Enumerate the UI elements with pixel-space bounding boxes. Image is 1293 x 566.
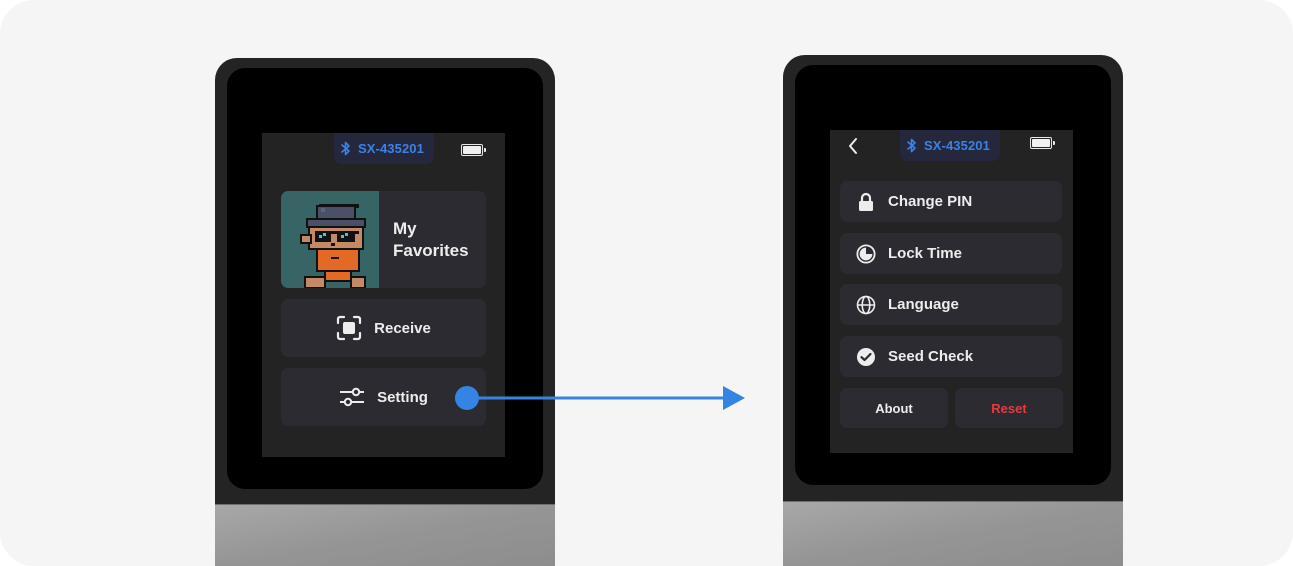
menu-item-label: Change PIN [888,193,973,210]
battery-fill [1032,139,1050,147]
receive-label: Receive [374,319,431,337]
clock-icon [856,243,876,264]
menu-item-language[interactable]: Language [840,284,1062,325]
chevron-left-icon[interactable] [846,136,860,156]
battery-fill [463,146,481,154]
battery-full-icon [461,144,486,156]
scan-frame-icon [337,315,362,341]
reset-button[interactable]: Reset [955,388,1063,428]
arrow-head-icon [723,386,745,410]
menu-item-label: Seed Check [888,348,974,365]
about-label: About [875,400,913,416]
favorites-label-line1: My [393,218,417,238]
reset-label: Reset [991,400,1027,416]
lock-icon [856,192,876,212]
canvas: SX-435201 My Favorites Receive Setting S… [0,0,1293,566]
my-favorites-button[interactable]: My Favorites [281,191,486,288]
avatar-art [300,204,366,288]
about-button[interactable]: About [840,388,948,428]
device-base [215,504,555,566]
battery-full-icon [1030,137,1055,149]
device-base [783,501,1123,566]
menu-item-change-pin[interactable]: Change PIN [840,181,1062,222]
menu-item-seed-check[interactable]: Seed Check [840,336,1062,377]
receive-button[interactable]: Receive [281,299,486,357]
favorites-label-line2: Favorites [393,240,469,260]
device-name: SX-435201 [924,138,990,153]
bluetooth-status[interactable]: SX-435201 [334,133,434,164]
bluetooth-icon [341,141,350,155]
menu-item-label: Lock Time [888,245,962,262]
device-home: SX-435201 My Favorites Receive Setting [215,58,555,566]
globe-icon [856,295,876,315]
menu-item-label: Language [888,296,959,313]
setting-label: Setting [377,388,428,406]
bluetooth-icon [907,138,916,152]
my-favorites-label: My Favorites [393,218,483,262]
pixel-art-character-avatar [281,191,379,288]
settings-screen: SX-435201 Change PIN Lock Time Language … [830,130,1073,453]
flow-arrow [455,386,745,410]
sliders-icon [340,387,365,407]
device-settings: SX-435201 Change PIN Lock Time Language … [783,55,1123,566]
bluetooth-status[interactable]: SX-435201 [900,130,1000,161]
device-name: SX-435201 [358,141,424,156]
check-circle-icon [856,347,876,367]
menu-item-lock-time[interactable]: Lock Time [840,233,1062,274]
